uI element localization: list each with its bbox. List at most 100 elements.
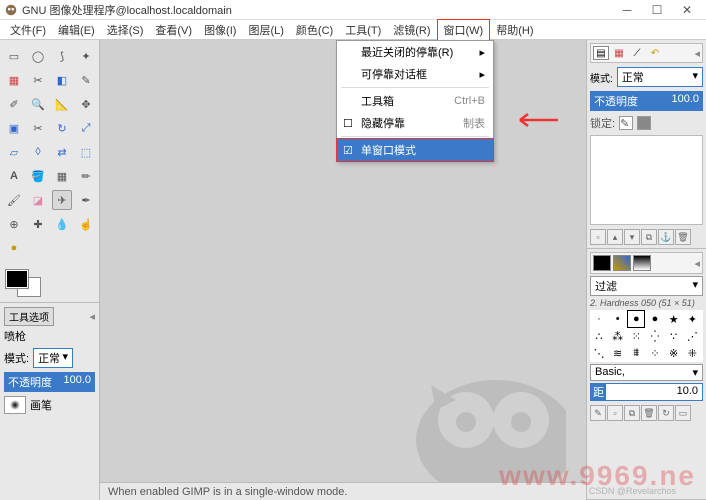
brush-item[interactable]: ⁘: [647, 345, 663, 361]
tool-blend[interactable]: ▦: [52, 166, 72, 186]
brush-preset-select[interactable]: Basic,▾: [590, 364, 703, 381]
tool-cage[interactable]: ⬚: [76, 142, 96, 162]
tool-dodge[interactable]: ●: [4, 238, 24, 258]
paths-tab-icon[interactable]: ⟋: [629, 46, 645, 60]
brush-item[interactable]: ●: [628, 311, 644, 327]
tool-paintbrush[interactable]: 🖌: [4, 190, 24, 210]
tool-airbrush[interactable]: ✈: [52, 190, 72, 210]
close-button[interactable]: ✕: [672, 1, 702, 19]
color-swatch[interactable]: [6, 270, 42, 296]
layer-dup-button[interactable]: ⧉: [641, 229, 657, 245]
tool-move[interactable]: ✥: [76, 94, 96, 114]
tool-zoom[interactable]: 🔍: [28, 94, 48, 114]
foreground-color[interactable]: [6, 270, 28, 288]
brush-spacing-slider[interactable]: 距 10.0: [590, 383, 703, 401]
brush-delete-button[interactable]: 🗑: [641, 405, 657, 421]
brush-refresh-button[interactable]: ↻: [658, 405, 674, 421]
tool-bucket[interactable]: 🪣: [28, 166, 48, 186]
tool-ellipse-select[interactable]: ◯: [28, 46, 48, 66]
tool-scale[interactable]: ⤢: [76, 118, 96, 138]
tool-rect-select[interactable]: ▭: [4, 46, 24, 66]
brush-thumbnail[interactable]: [4, 396, 26, 414]
tool-flip[interactable]: ⇄: [52, 142, 72, 162]
brush-dup-button[interactable]: ⧉: [624, 405, 640, 421]
lock-pixels-icon[interactable]: ✎: [619, 116, 633, 130]
menu-filters[interactable]: 滤镜(R): [387, 20, 436, 40]
tool-by-color[interactable]: ▦: [4, 70, 24, 90]
tool-pencil[interactable]: ✏: [76, 166, 96, 186]
layer-delete-button[interactable]: 🗑: [675, 229, 691, 245]
tool-clone[interactable]: ⊕: [4, 214, 24, 234]
tool-options-tab[interactable]: 工具选项: [4, 307, 54, 326]
opacity-slider[interactable]: 不透明度 100.0: [4, 372, 95, 392]
layer-anchor-button[interactable]: ⚓: [658, 229, 674, 245]
tool-measure[interactable]: 📐: [52, 94, 72, 114]
tool-text[interactable]: A: [4, 166, 24, 186]
minimize-button[interactable]: ─: [612, 1, 642, 19]
menu-edit[interactable]: 编辑(E): [52, 20, 101, 40]
layers-tab-icon[interactable]: ▤: [593, 46, 609, 60]
tool-paths[interactable]: ✎: [76, 70, 96, 90]
brush-item[interactable]: ⁜: [684, 345, 700, 361]
brush-item[interactable]: ★: [666, 311, 682, 327]
brush-item[interactable]: ∵: [666, 328, 682, 344]
menu-colors[interactable]: 颜色(C): [290, 20, 339, 40]
tool-shear[interactable]: ▱: [4, 142, 24, 162]
menu-recent-docks[interactable]: 最近关闭的停靠(R)▸: [337, 41, 493, 63]
history-tab-icon[interactable]: ↶: [647, 46, 663, 60]
brush-open-button[interactable]: ▭: [675, 405, 691, 421]
tool-fuzzy-select[interactable]: ✦: [76, 46, 96, 66]
gradients-tab-icon[interactable]: [633, 255, 651, 271]
tool-scissors[interactable]: ✂: [28, 70, 48, 90]
menu-layers[interactable]: 图层(L): [242, 20, 289, 40]
maximize-button[interactable]: ☐: [642, 1, 672, 19]
patterns-tab-icon[interactable]: [613, 255, 631, 271]
layer-new-button[interactable]: ▫: [590, 229, 606, 245]
tab-menu-icon[interactable]: ◂: [694, 47, 700, 60]
menu-dockable-dialogs[interactable]: 可停靠对话框▸: [337, 63, 493, 85]
tool-heal[interactable]: ✚: [28, 214, 48, 234]
tool-blur[interactable]: 💧: [52, 214, 72, 234]
tool-foreground[interactable]: ◧: [52, 70, 72, 90]
layer-mode-select[interactable]: 正常▾: [617, 67, 703, 87]
menu-view[interactable]: 查看(V): [149, 20, 198, 40]
menu-hide-docks[interactable]: ☐隐藏停靠制表: [337, 112, 493, 134]
menu-windows[interactable]: 窗口(W): [437, 19, 491, 41]
menu-image[interactable]: 图像(I): [198, 20, 242, 40]
brush-item[interactable]: ⋱: [591, 345, 607, 361]
menu-help[interactable]: 帮助(H): [490, 20, 539, 40]
brush-item[interactable]: ≋: [610, 345, 626, 361]
tool-perspective[interactable]: ◊: [28, 142, 48, 162]
tool-smudge[interactable]: ☝: [76, 214, 96, 234]
brush-edit-button[interactable]: ✎: [590, 405, 606, 421]
menu-tools[interactable]: 工具(T): [339, 20, 387, 40]
brush-item[interactable]: ✦: [684, 311, 700, 327]
brush-item[interactable]: ⩩: [628, 345, 644, 361]
tab-menu-icon[interactable]: ◂: [694, 257, 700, 270]
brush-item[interactable]: ⋰: [684, 328, 700, 344]
brush-item[interactable]: ·: [591, 311, 607, 327]
lock-alpha-icon[interactable]: [637, 116, 651, 130]
mode-select[interactable]: 正常▾: [33, 348, 73, 368]
menu-select[interactable]: 选择(S): [101, 20, 150, 40]
tab-menu-icon[interactable]: ◂: [89, 310, 95, 323]
tool-free-select[interactable]: ⟆: [52, 46, 72, 66]
layer-up-button[interactable]: ▴: [607, 229, 623, 245]
brush-new-button[interactable]: ▫: [607, 405, 623, 421]
menu-file[interactable]: 文件(F): [4, 20, 52, 40]
brush-item[interactable]: ⁙: [628, 328, 644, 344]
layer-down-button[interactable]: ▾: [624, 229, 640, 245]
menu-single-window-mode[interactable]: ☑单窗口模式: [336, 138, 494, 162]
channels-tab-icon[interactable]: ▦: [611, 46, 627, 60]
tool-align[interactable]: ▣: [4, 118, 24, 138]
brush-item[interactable]: ●: [647, 311, 663, 327]
tool-crop[interactable]: ✂: [28, 118, 48, 138]
tool-rotate[interactable]: ↻: [52, 118, 72, 138]
brush-item[interactable]: ※: [666, 345, 682, 361]
layer-opacity-slider[interactable]: 不透明度 100.0: [590, 91, 703, 111]
brush-item[interactable]: ⁛: [647, 328, 663, 344]
tool-ink[interactable]: ✒: [76, 190, 96, 210]
brush-item[interactable]: •: [610, 311, 626, 327]
layer-list[interactable]: [590, 135, 703, 225]
brushes-tab-icon[interactable]: [593, 255, 611, 271]
